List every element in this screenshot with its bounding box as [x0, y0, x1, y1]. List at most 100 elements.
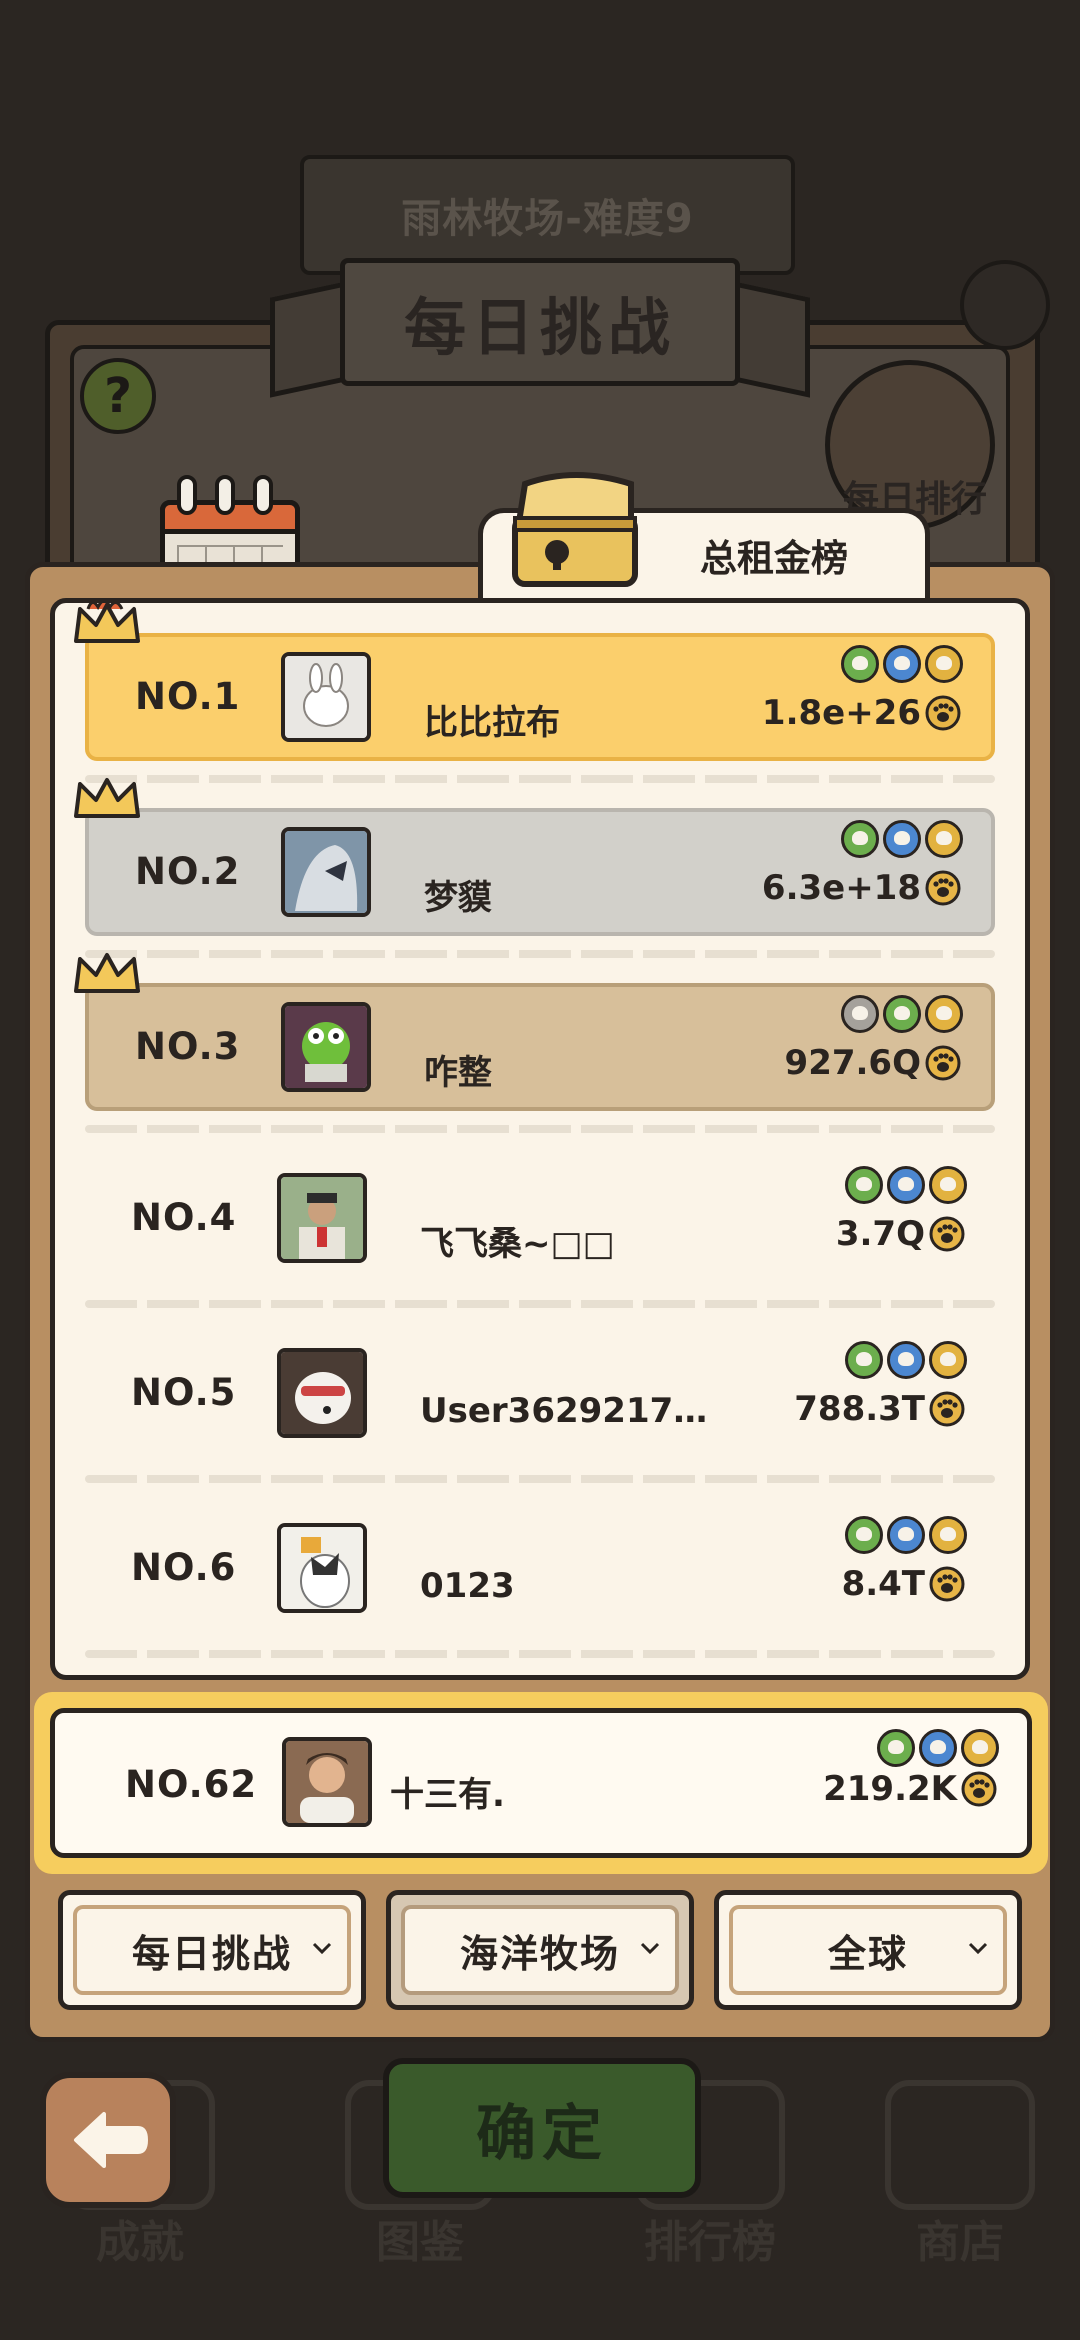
player-avatar[interactable]	[281, 652, 371, 742]
chevron-down-icon	[312, 1942, 332, 1955]
rank-label: NO.6	[131, 1546, 237, 1589]
rank-label: NO.4	[131, 1196, 237, 1239]
player-name: 比比拉布	[424, 703, 560, 743]
banner-ribbon: 每日挑战	[270, 258, 810, 398]
gray-badge-icon	[841, 995, 879, 1033]
paw-coin-icon	[925, 870, 961, 906]
stage-title-plaque: 雨林牧场-难度9	[300, 155, 795, 275]
self-name: 十三有.	[390, 1775, 505, 1815]
gold-badge-icon	[929, 1166, 967, 1204]
badge-group	[841, 995, 963, 1033]
paw-coin-icon	[961, 1771, 997, 1807]
self-avatar[interactable]	[282, 1737, 372, 1827]
row-divider	[85, 1650, 995, 1658]
stage-title: 雨林牧场-难度9	[401, 196, 694, 242]
filter-mode-label: 每日挑战	[131, 1931, 292, 1976]
gold-badge-icon	[929, 1516, 967, 1554]
paw-coin-icon	[925, 1045, 961, 1081]
leaderboard-row[interactable]: NO.1 比比拉布 1.8e+26	[85, 633, 995, 761]
blue-badge-icon	[883, 645, 921, 683]
badge-group	[845, 1166, 967, 1204]
treasure-chest-icon	[512, 472, 638, 587]
filter-map-label: 海洋牧场	[459, 1931, 620, 1976]
leaderboard-row[interactable]: NO.6 0123 8.4T	[85, 1508, 995, 1636]
banner-title: 每日挑战	[403, 291, 676, 364]
player-name: 飞飞桑~□□	[420, 1224, 615, 1264]
rank-label: NO.3	[135, 1025, 241, 1068]
green-badge-icon	[845, 1166, 883, 1204]
green-badge-icon	[883, 995, 921, 1033]
tab-label: 总租金榜	[700, 537, 848, 580]
back-button[interactable]	[40, 2072, 176, 2208]
leaderboard-row[interactable]: NO.2 梦貘 6.3e+18	[85, 808, 995, 936]
player-score: 8.4T	[841, 1564, 925, 1604]
player-score: 927.6Q	[784, 1043, 921, 1083]
green-badge-icon	[841, 820, 879, 858]
player-avatar[interactable]	[281, 1002, 371, 1092]
chevron-down-icon	[640, 1942, 660, 1955]
player-name: 梦貘	[424, 878, 492, 918]
shop-icon	[885, 2080, 1035, 2210]
crown-icon	[74, 953, 140, 993]
player-name: 咋整	[424, 1053, 492, 1093]
green-badge-icon	[845, 1341, 883, 1379]
bubble-icon	[960, 260, 1050, 350]
confirm-button[interactable]: 确定	[383, 2058, 701, 2198]
green-badge-icon	[877, 1729, 915, 1767]
self-row[interactable]: NO.62 十三有. 219.2K	[50, 1708, 1032, 1858]
gold-badge-icon	[929, 1341, 967, 1379]
paw-coin-icon	[929, 1391, 965, 1427]
row-divider	[85, 1475, 995, 1483]
chevron-down-icon	[968, 1942, 988, 1955]
confirm-label: 确定	[476, 2098, 608, 2169]
help-icon[interactable]: ?	[80, 358, 156, 434]
crown-icon	[74, 603, 140, 643]
player-avatar[interactable]	[281, 827, 371, 917]
player-avatar[interactable]	[277, 1523, 367, 1613]
leaderboard-row[interactable]: NO.4 飞飞桑~□□ 3.7Q	[85, 1158, 995, 1286]
leaderboard-list[interactable]: NO.1 比比拉布 1.8e+26 NO.2 梦貘 6.3e+18 NO.3 咋整 927.6Q…	[50, 598, 1030, 1680]
filter-region[interactable]: 全球	[714, 1890, 1022, 2010]
back-arrow-icon	[74, 2112, 148, 2168]
badge-group	[845, 1341, 967, 1379]
player-score: 6.3e+18	[761, 868, 921, 908]
nav-shop[interactable]: 商店	[870, 2080, 1050, 2280]
rank-label: NO.2	[135, 850, 241, 893]
paw-coin-icon	[929, 1216, 965, 1252]
self-badges	[877, 1729, 999, 1767]
badge-group	[841, 820, 963, 858]
leaderboard-row[interactable]: NO.5 User3629217… 788.3T	[85, 1333, 995, 1461]
green-badge-icon	[841, 645, 879, 683]
paw-coin-icon	[925, 695, 961, 731]
gold-badge-icon	[961, 1729, 999, 1767]
gold-badge-icon	[925, 645, 963, 683]
blue-badge-icon	[919, 1729, 957, 1767]
green-badge-icon	[845, 1516, 883, 1554]
crown-icon	[74, 778, 140, 818]
gold-badge-icon	[925, 995, 963, 1033]
blue-badge-icon	[887, 1341, 925, 1379]
rank-label: NO.5	[131, 1371, 237, 1414]
badge-group	[841, 645, 963, 683]
row-divider	[85, 775, 995, 783]
rank-label: NO.1	[135, 675, 241, 718]
player-avatar[interactable]	[277, 1348, 367, 1438]
filter-mode[interactable]: 每日挑战	[58, 1890, 366, 2010]
player-name: User3629217…	[420, 1391, 708, 1431]
blue-badge-icon	[887, 1166, 925, 1204]
player-score: 3.7Q	[835, 1214, 925, 1254]
leaderboard-row[interactable]: NO.3 咋整 927.6Q	[85, 983, 995, 1111]
row-divider	[85, 950, 995, 958]
gold-badge-icon	[925, 820, 963, 858]
filter-map[interactable]: 海洋牧场	[386, 1890, 694, 2010]
self-rank: NO.62	[125, 1763, 258, 1806]
blue-badge-icon	[887, 1516, 925, 1554]
player-score: 788.3T	[794, 1389, 925, 1429]
self-score: 219.2K	[823, 1769, 957, 1809]
blue-badge-icon	[883, 820, 921, 858]
player-avatar[interactable]	[277, 1173, 367, 1263]
player-score: 1.8e+26	[761, 693, 921, 733]
row-divider	[85, 1300, 995, 1308]
player-name: 0123	[420, 1566, 515, 1606]
filter-region-label: 全球	[827, 1931, 908, 1976]
